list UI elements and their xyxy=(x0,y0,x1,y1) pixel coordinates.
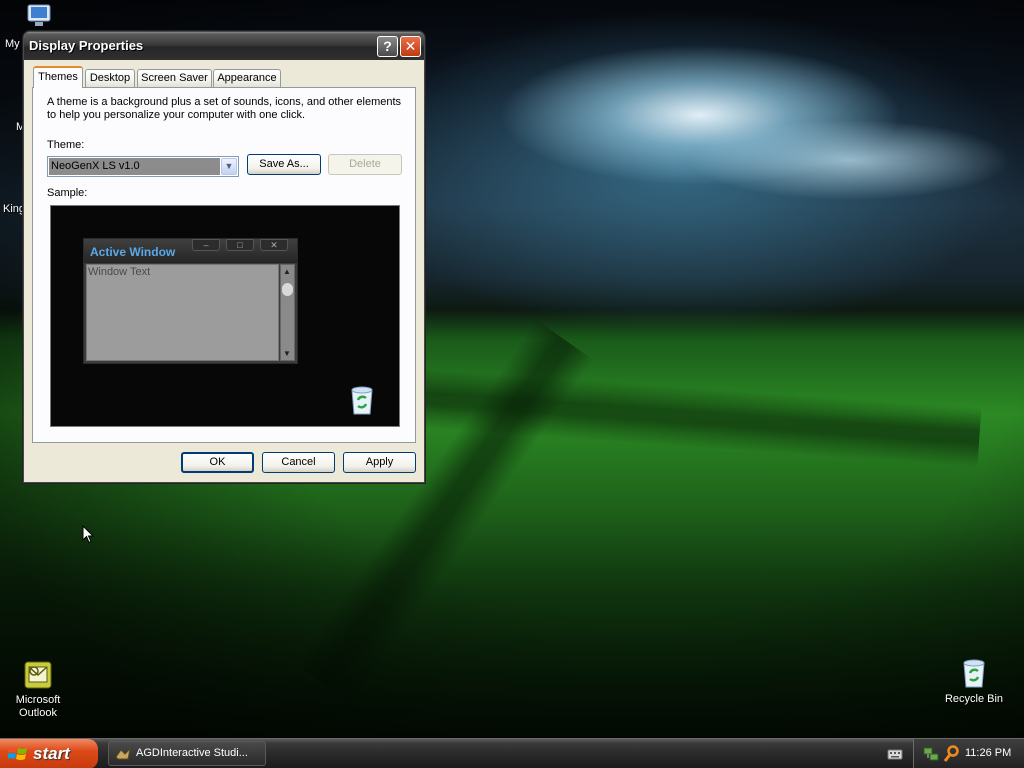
sample-window-title: Active Window xyxy=(90,245,176,259)
start-button[interactable]: start xyxy=(0,739,98,768)
sample-scroll-thumb xyxy=(281,282,294,297)
theme-description: A theme is a background plus a set of so… xyxy=(47,96,402,121)
network-icon[interactable] xyxy=(923,746,939,762)
dialog-titlebar[interactable]: Display Properties ? ✕ xyxy=(24,32,424,60)
taskbar-item-agdinteractive[interactable]: AGDInteractive Studi... xyxy=(108,741,266,766)
my-computer-icon[interactable] xyxy=(24,4,54,28)
desktop-icon-recycle-bin[interactable]: Recycle Bin xyxy=(936,657,1012,706)
close-button[interactable]: ✕ xyxy=(400,36,421,57)
taskbar: start AGDInteractive Studi... 11:26 PM xyxy=(0,738,1024,768)
windows-logo-icon xyxy=(8,747,27,760)
taskbar-item-label: AGDInteractive Studi... xyxy=(136,747,248,759)
chevron-down-icon[interactable]: ▼ xyxy=(221,158,237,175)
clock: 11:26 PM xyxy=(965,747,1012,759)
display-properties-dialog: Display Properties ? ✕ Themes Desktop Sc… xyxy=(23,31,425,483)
outlook-icon xyxy=(24,661,52,689)
sample-window-body: Window Text xyxy=(86,264,279,361)
scroll-down-icon: ▼ xyxy=(283,349,291,358)
tab-themes[interactable]: Themes xyxy=(33,66,83,88)
desktop-icon-label-king[interactable]: King xyxy=(3,203,25,215)
theme-dropdown-value: NeoGenX LS v1.0 xyxy=(49,158,220,175)
recycle-bin-icon xyxy=(963,659,985,688)
recycle-bin-label: Recycle Bin xyxy=(944,693,1004,705)
sample-active-window: Active Window – □ ✕ Window Text ▲ ▼ xyxy=(83,238,298,364)
desktop-icon-label-my[interactable]: My xyxy=(5,38,20,50)
cancel-button[interactable]: Cancel xyxy=(262,452,335,473)
delete-button: Delete xyxy=(328,154,402,175)
tab-desktop[interactable]: Desktop xyxy=(85,69,135,87)
sample-close-icon: ✕ xyxy=(260,239,288,251)
theme-label: Theme: xyxy=(47,139,85,151)
sample-window-text: Window Text xyxy=(88,266,151,278)
theme-sample-preview: Active Window – □ ✕ Window Text ▲ ▼ xyxy=(50,205,400,427)
desktop-icon-outlook[interactable]: Microsoft Outlook xyxy=(0,660,76,720)
theme-dropdown[interactable]: NeoGenX LS v1.0 ▼ xyxy=(47,156,239,177)
search-icon[interactable] xyxy=(943,745,959,763)
tab-screen-saver[interactable]: Screen Saver xyxy=(137,69,212,87)
sample-recycle-bin-icon xyxy=(351,386,373,415)
tab-appearance[interactable]: Appearance xyxy=(213,69,281,87)
outlook-label-line2: Outlook xyxy=(19,707,57,719)
sample-minimize-icon: – xyxy=(192,239,220,251)
agd-app-icon xyxy=(115,747,131,760)
outlook-label-line1: Microsoft xyxy=(15,694,61,706)
help-button[interactable]: ? xyxy=(377,36,398,57)
ok-button[interactable]: OK xyxy=(181,452,254,473)
system-tray: 11:26 PM xyxy=(913,739,1024,768)
scroll-up-icon: ▲ xyxy=(283,267,291,276)
themes-tab-panel: A theme is a background plus a set of so… xyxy=(32,87,416,443)
sample-label: Sample: xyxy=(47,187,88,199)
sample-scrollbar: ▲ ▼ xyxy=(280,264,295,361)
keyboard-icon[interactable] xyxy=(887,747,903,761)
mouse-cursor-icon xyxy=(82,525,94,544)
save-as-button[interactable]: Save As... xyxy=(247,154,321,175)
dialog-title: Display Properties xyxy=(29,38,144,53)
apply-button[interactable]: Apply xyxy=(343,452,416,473)
sample-maximize-icon: □ xyxy=(226,239,254,251)
sample-window-titlebar: Active Window – □ ✕ xyxy=(84,239,297,263)
start-label: start xyxy=(33,744,70,763)
